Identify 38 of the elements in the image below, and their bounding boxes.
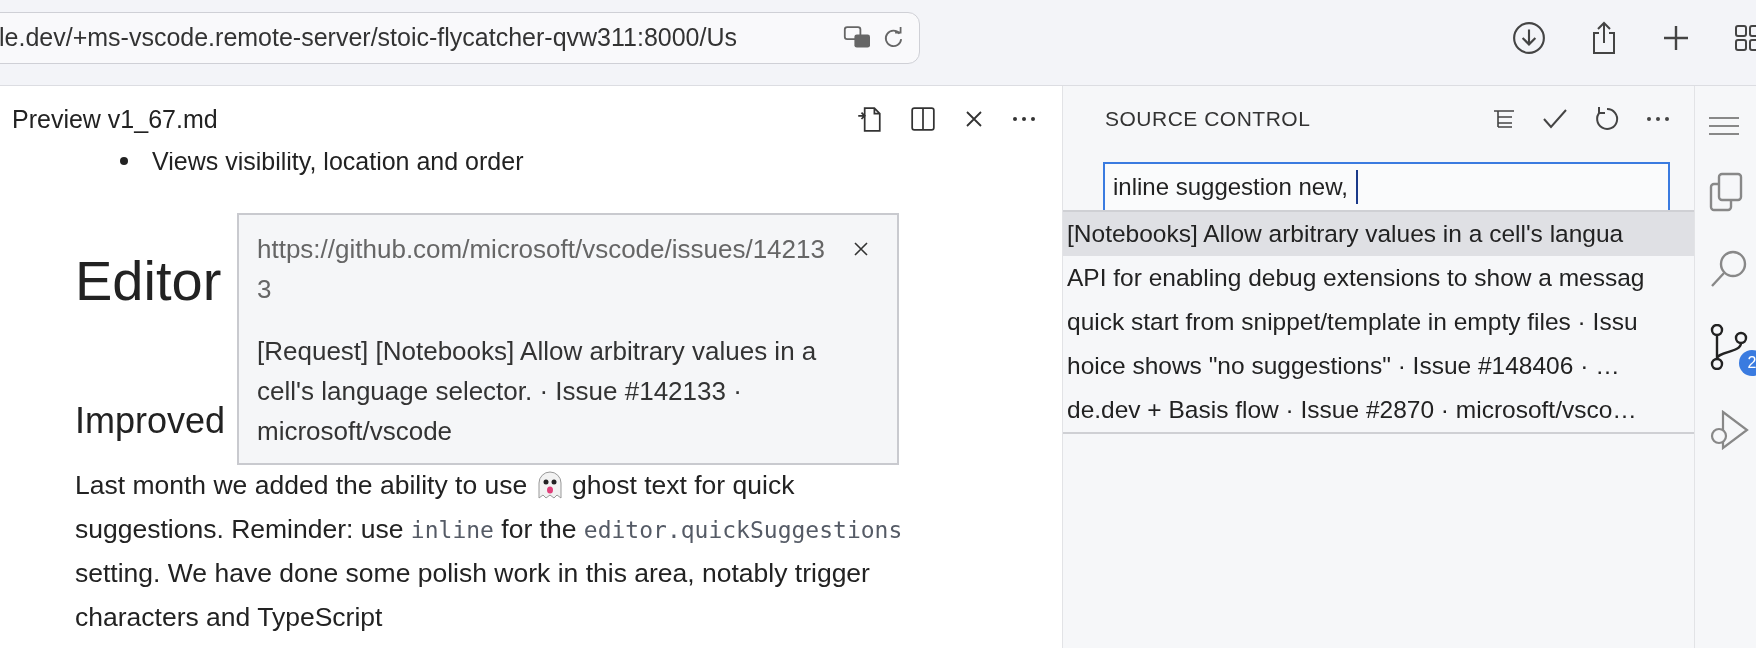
suggestion-item[interactable]: quick start from snippet/template in empty files · Issu — [1063, 300, 1694, 344]
input-text: inline suggestion new, — [1113, 173, 1348, 201]
open-file-icon[interactable] — [856, 105, 882, 133]
plus-icon[interactable] — [1662, 23, 1690, 52]
more-icon[interactable] — [1012, 116, 1036, 122]
address-bar[interactable]: le.dev/+ms-vscode.remote-server/stoic-flycatcher-qvw311:8000/Us — [0, 11, 920, 64]
suggestion-item[interactable]: [Notebooks] Allow arbitrary values in a cell's langua — [1063, 212, 1694, 256]
download-icon[interactable] — [1512, 20, 1546, 55]
list-item: Views visibility, location and order — [152, 146, 524, 176]
suggestion-item[interactable]: API for enabling debug extensions to show a messag — [1063, 256, 1694, 300]
refresh-icon[interactable] — [1594, 106, 1620, 132]
paragraph: Last month we added the ability to use ghost text for quick suggestions. Reminder: use inline for the editor.quickSuggestions setting. We have done some polish work in this area, notably trigger characters and TypeScript — [75, 469, 904, 634]
url-text: le.dev/+ms-vscode.remote-server/stoic-flycatcher-qvw311:8000/Us — [0, 23, 738, 52]
reload-icon[interactable] — [883, 26, 905, 49]
close-icon[interactable] — [964, 109, 984, 129]
search-icon[interactable] — [1709, 248, 1749, 288]
files-icon[interactable] — [1709, 172, 1743, 212]
panel-title: SOURCE CONTROL — [1105, 107, 1311, 131]
tree-view-icon[interactable] — [1492, 107, 1516, 131]
tab-overview-icon[interactable] — [1734, 23, 1756, 52]
suggestion-item[interactable]: de.dev + Basis flow · Issue #2870 · microsoft/vsco… — [1063, 388, 1694, 432]
suggestion-item[interactable]: hoice shows "no suggestions" · Issue #148406 · … — [1063, 344, 1694, 388]
split-editor-icon[interactable] — [910, 106, 936, 132]
subheading: Improved — [75, 399, 226, 443]
more-icon[interactable] — [1646, 116, 1670, 122]
source-control-icon[interactable] — [1709, 324, 1749, 370]
checkmark-icon[interactable] — [1542, 108, 1568, 130]
menu-icon[interactable] — [1709, 116, 1739, 136]
share-icon[interactable] — [1590, 20, 1618, 55]
close-icon[interactable] — [853, 241, 869, 257]
link-url: https://github.com/microsoft/vscode/issues/142133 — [257, 233, 826, 306]
count-badge: 2 — [1739, 350, 1756, 376]
bullet-icon — [120, 157, 128, 165]
heading: Editor — [75, 248, 222, 314]
editor-tab-title[interactable]: Preview v1_67.md — [12, 104, 218, 134]
issue-title: [Request] [Notebooks] Allow arbitrary values in a cell's language selector. · Issue #142133 · microsoft/vscode — [257, 335, 818, 448]
commit-message-field[interactable]: inline suggestion new, — [1103, 162, 1670, 210]
debug-icon[interactable] — [1709, 410, 1749, 450]
